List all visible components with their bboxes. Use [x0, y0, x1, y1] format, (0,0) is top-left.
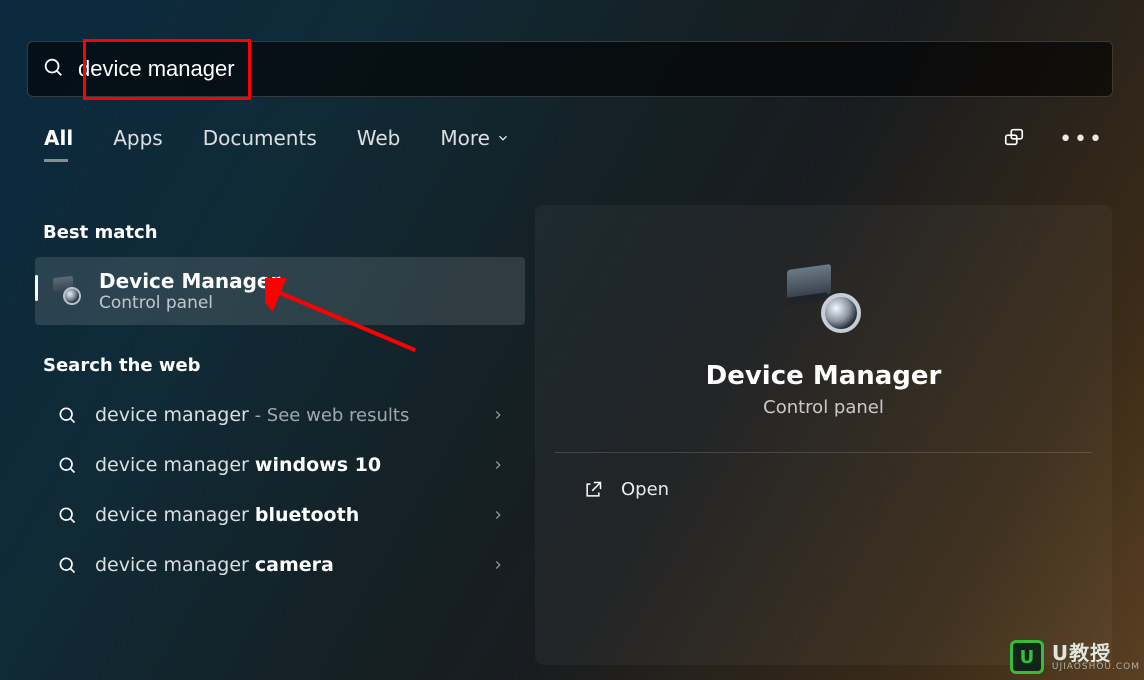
device-manager-icon: [781, 265, 867, 335]
tab-more[interactable]: More: [440, 126, 510, 160]
search-icon: [57, 555, 77, 575]
detail-panel: Device Manager Control panel Open: [535, 205, 1112, 665]
watermark-url: UJIAOSHOU.COM: [1052, 663, 1140, 672]
open-action[interactable]: Open: [535, 453, 1112, 500]
tab-all[interactable]: All: [44, 126, 73, 160]
watermark: U U教授 UJIAOSHOU.COM: [1010, 640, 1140, 674]
web-result-2[interactable]: device manager bluetooth: [35, 490, 525, 540]
watermark-badge: U: [1010, 640, 1044, 674]
web-result-0[interactable]: device manager - See web results: [35, 390, 525, 440]
filter-tabs: All Apps Documents Web More: [44, 126, 510, 160]
open-label: Open: [621, 479, 669, 500]
device-manager-icon: [51, 275, 83, 307]
open-link-icon: [583, 480, 603, 500]
search-box[interactable]: [27, 41, 1113, 97]
search-icon: [57, 455, 77, 475]
chevron-right-icon: [491, 558, 505, 572]
best-match-text: Device Manager Control panel: [99, 269, 280, 313]
chevron-down-icon: [496, 126, 510, 150]
chevron-right-icon: [491, 458, 505, 472]
detail-subtitle: Control panel: [535, 397, 1112, 418]
results-left-column: Best match Device Manager Control panel …: [35, 222, 525, 590]
search-web-header: Search the web: [43, 355, 525, 376]
best-match-title: Device Manager: [99, 269, 280, 293]
search-icon: [57, 405, 77, 425]
web-result-3[interactable]: device manager camera: [35, 540, 525, 590]
best-match-subtitle: Control panel: [99, 293, 280, 313]
watermark-text: U教授: [1052, 643, 1140, 663]
more-options-button[interactable]: •••: [1059, 127, 1104, 152]
top-actions: •••: [1003, 126, 1104, 152]
tab-web[interactable]: Web: [357, 126, 401, 160]
account-sync-icon[interactable]: [1003, 126, 1025, 152]
detail-title: Device Manager: [535, 361, 1112, 391]
chevron-right-icon: [491, 508, 505, 522]
tab-documents[interactable]: Documents: [203, 126, 317, 160]
search-icon: [42, 56, 64, 82]
web-result-1[interactable]: device manager windows 10: [35, 440, 525, 490]
search-input[interactable]: [78, 56, 1098, 82]
best-match-result[interactable]: Device Manager Control panel: [35, 257, 525, 325]
tab-apps[interactable]: Apps: [113, 126, 163, 160]
best-match-header: Best match: [43, 222, 525, 243]
search-icon: [57, 505, 77, 525]
chevron-right-icon: [491, 408, 505, 422]
